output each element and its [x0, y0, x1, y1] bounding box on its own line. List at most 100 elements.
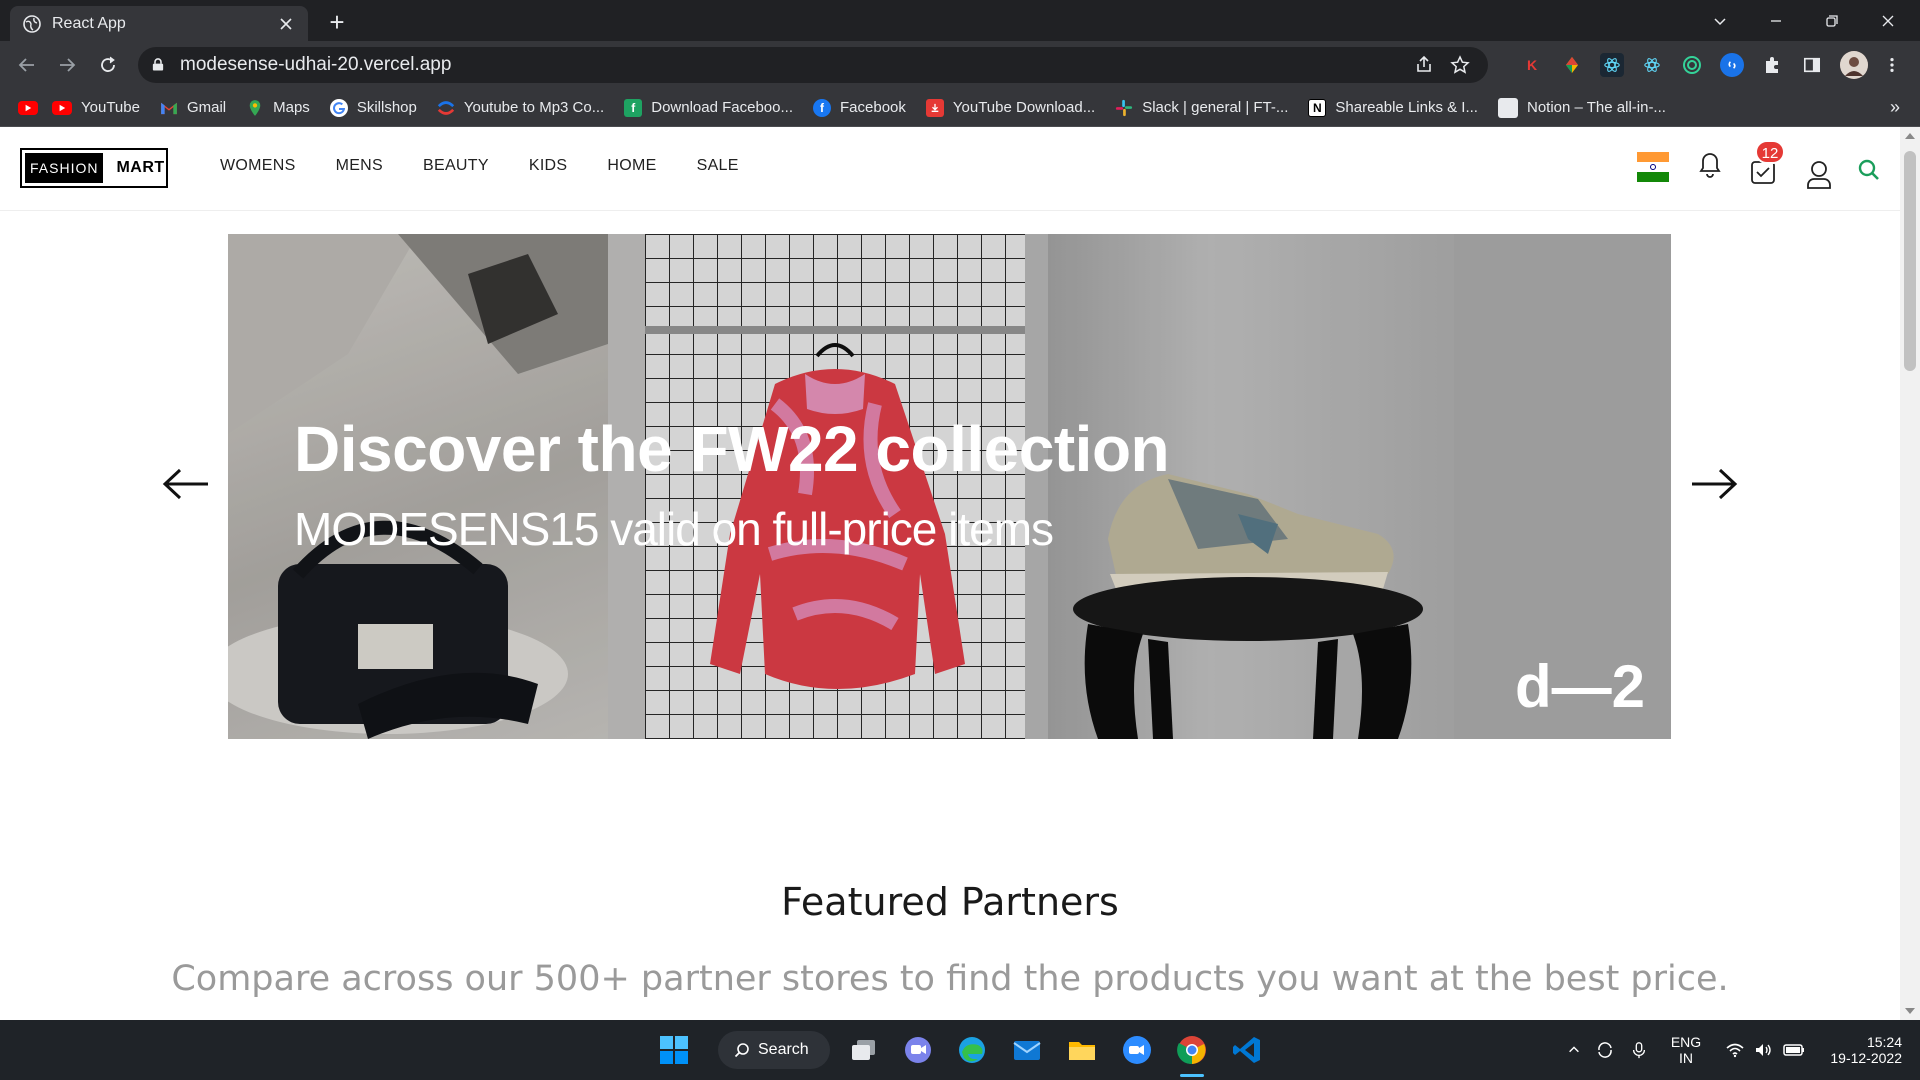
bookmark-item[interactable]: f Download Faceboo...	[624, 98, 793, 117]
file-explorer-icon[interactable]	[1066, 1034, 1098, 1066]
carousel-next-arrow-icon[interactable]	[1690, 467, 1738, 501]
converter-icon	[437, 99, 455, 117]
battery-icon[interactable]	[1780, 1020, 1808, 1080]
youtube-icon	[52, 100, 72, 115]
bookmark-item[interactable]: N Shareable Links & I...	[1308, 98, 1478, 117]
scroll-down-arrow-icon[interactable]	[1905, 1008, 1915, 1014]
bookmark-item[interactable]: f Facebook	[813, 98, 906, 117]
extension-k-icon[interactable]: K	[1520, 53, 1544, 77]
chrome-icon[interactable]	[1176, 1034, 1208, 1066]
tab-search-icon[interactable]	[1692, 0, 1748, 41]
reload-icon[interactable]	[92, 49, 124, 81]
forward-icon[interactable]	[51, 49, 83, 81]
page-scrollbar[interactable]	[1900, 127, 1920, 1020]
hero-brand-mark: d—2	[1514, 653, 1645, 720]
windows-start-icon[interactable]	[658, 1034, 690, 1066]
scrollbar-thumb[interactable]	[1904, 151, 1916, 371]
close-window-icon[interactable]	[1860, 0, 1916, 41]
search-icon[interactable]	[1858, 159, 1880, 186]
address-bar[interactable]: modesense-udhai-20.vercel.app	[138, 47, 1488, 83]
search-icon	[734, 1043, 749, 1058]
task-view-icon[interactable]	[848, 1034, 880, 1066]
nav-item-beauty[interactable]: BEAUTY	[423, 157, 489, 175]
profile-avatar[interactable]	[1840, 51, 1868, 79]
browser-tab-strip: React App +	[0, 0, 1920, 41]
notion-page-icon	[1497, 97, 1518, 118]
bookmark-label: Shareable Links & I...	[1335, 99, 1478, 116]
extensions-puzzle-icon[interactable]	[1760, 53, 1784, 77]
bookmark-label: Maps	[273, 99, 310, 116]
gmail-icon	[160, 99, 178, 117]
bookmark-item[interactable]	[18, 100, 38, 115]
clock-time: 15:24	[1866, 1034, 1902, 1050]
bookmark-label: Gmail	[186, 99, 227, 116]
taskbar-search[interactable]: Search	[718, 1031, 830, 1069]
microphone-icon[interactable]	[1626, 1020, 1652, 1080]
bookmark-item[interactable]: YouTube Download...	[925, 98, 1095, 117]
clock[interactable]: 15:24 19-12-2022	[1818, 1020, 1902, 1080]
browser-tab[interactable]: React App	[10, 6, 308, 41]
user-icon[interactable]	[1806, 160, 1832, 195]
site-logo[interactable]: FASHION MART	[20, 148, 168, 188]
globe-icon	[22, 14, 42, 34]
extension-react-devtools-icon[interactable]	[1640, 53, 1664, 77]
extension-color-icon[interactable]	[1560, 53, 1584, 77]
bookmarks-bar: YouTube Gmail Maps Skillshop Youtube to …	[0, 89, 1920, 127]
bookmark-item[interactable]: Gmail	[160, 99, 226, 117]
nav-item-home[interactable]: HOME	[607, 157, 656, 175]
nav-item-womens[interactable]: WOMENS	[220, 157, 296, 175]
url-text: modesense-udhai-20.vercel.app	[180, 54, 452, 75]
nav-item-mens[interactable]: MENS	[336, 157, 383, 175]
tray-chevron-icon[interactable]	[1562, 1020, 1586, 1080]
region-label: IN	[1679, 1050, 1693, 1066]
bell-icon[interactable]	[1698, 151, 1722, 184]
bookmark-item[interactable]: YouTube	[52, 99, 140, 116]
maps-icon	[246, 99, 264, 117]
slack-icon	[1115, 99, 1133, 117]
edge-icon[interactable]	[956, 1034, 988, 1066]
nav-item-sale[interactable]: SALE	[697, 157, 739, 175]
bookmark-label: Slack | general | FT-...	[1142, 99, 1289, 116]
back-icon[interactable]	[11, 49, 43, 81]
bookmark-item[interactable]: Notion – The all-in-...	[1497, 97, 1666, 118]
mail-icon[interactable]	[1011, 1034, 1043, 1066]
bookmark-item[interactable]: Youtube to Mp3 Co...	[437, 99, 604, 117]
extension-target-icon[interactable]	[1680, 53, 1704, 77]
bookmark-item[interactable]: Maps	[246, 99, 310, 117]
hero-banner[interactable]: Discover the FW22 collection MODESENS15 …	[228, 234, 1671, 739]
facebook-icon: f	[813, 98, 831, 117]
bookmark-label: YouTube	[81, 99, 140, 116]
minimize-icon[interactable]	[1748, 0, 1804, 41]
web-page: FASHION MART WOMENS MENS BEAUTY KIDS HOM…	[0, 127, 1900, 1020]
hero-subtitle: MODESENS15 valid on full-price items	[294, 503, 1054, 555]
bookmark-item[interactable]: Skillshop	[329, 98, 417, 117]
side-panel-icon[interactable]	[1800, 53, 1824, 77]
extension-shazam-icon[interactable]	[1720, 53, 1744, 77]
volume-icon[interactable]	[1750, 1020, 1776, 1080]
scroll-up-arrow-icon[interactable]	[1905, 133, 1915, 139]
clock-date: 19-12-2022	[1830, 1050, 1902, 1066]
wifi-icon[interactable]	[1722, 1020, 1748, 1080]
share-icon[interactable]	[1414, 55, 1434, 80]
bookmarks-overflow-button[interactable]: »	[1890, 97, 1900, 118]
cart-count-badge: 12	[1755, 140, 1785, 164]
tab-title: React App	[52, 14, 126, 32]
teams-chat-icon[interactable]	[902, 1034, 934, 1066]
tab-close-icon[interactable]	[276, 14, 296, 34]
extension-react-icon[interactable]	[1600, 53, 1624, 77]
bookmark-item[interactable]: Slack | general | FT-...	[1115, 99, 1288, 117]
nav-item-kids[interactable]: KIDS	[529, 157, 568, 175]
new-tab-button[interactable]: +	[323, 8, 351, 36]
zoom-icon[interactable]	[1121, 1034, 1153, 1066]
carousel-prev-arrow-icon[interactable]	[162, 467, 210, 501]
menu-kebab-icon[interactable]	[1880, 53, 1904, 77]
site-header: FASHION MART WOMENS MENS BEAUTY KIDS HOM…	[0, 127, 1900, 211]
featured-partners-title: Featured Partners	[781, 880, 1119, 924]
bookmark-star-icon[interactable]	[1450, 55, 1470, 80]
restore-icon[interactable]	[1804, 0, 1860, 41]
country-flag-icon[interactable]	[1637, 152, 1669, 182]
bookmark-label: Youtube to Mp3 Co...	[463, 99, 605, 116]
sync-icon[interactable]	[1592, 1020, 1618, 1080]
language-indicator[interactable]: ENG IN	[1666, 1020, 1706, 1080]
vscode-icon[interactable]	[1231, 1034, 1263, 1066]
